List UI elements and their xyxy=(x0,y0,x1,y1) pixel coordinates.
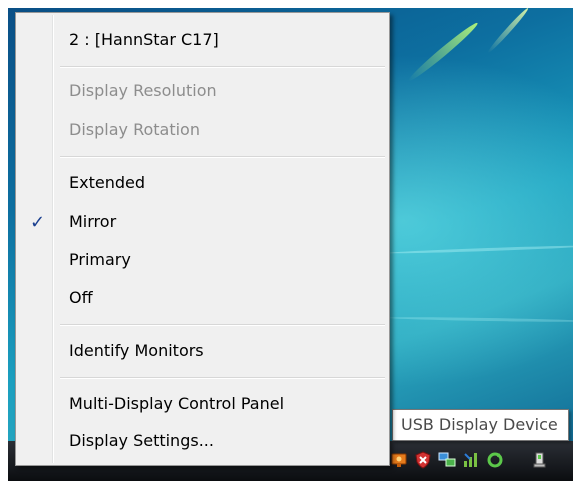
context-menu: 2 : [HannStar C17] Display Resolution Di… xyxy=(15,12,390,466)
menu-item-extended[interactable]: Extended xyxy=(69,170,145,196)
system-tray xyxy=(390,445,548,475)
menu-item-display-settings[interactable]: Display Settings... xyxy=(69,428,214,454)
usb-display-icon[interactable] xyxy=(390,451,408,469)
menu-item-display-rotation[interactable]: Display Rotation xyxy=(69,117,200,143)
tooltip: USB Display Device xyxy=(392,409,569,441)
menu-item-multi-display-control-panel[interactable]: Multi-Display Control Panel xyxy=(69,391,284,417)
wallpaper-streak xyxy=(387,316,573,323)
menu-icon-gutter xyxy=(52,15,54,463)
menu-separator xyxy=(60,377,385,379)
network-icon[interactable] xyxy=(438,451,456,469)
sync-icon[interactable] xyxy=(486,451,504,469)
checkmark-icon: ✓ xyxy=(30,212,46,233)
network-status-icon[interactable] xyxy=(462,451,480,469)
menu-item-off[interactable]: Off xyxy=(69,285,93,311)
wallpaper-streak xyxy=(388,244,573,255)
security-shield-icon[interactable] xyxy=(414,451,432,469)
menu-item-display-resolution[interactable]: Display Resolution xyxy=(69,78,217,104)
menu-separator xyxy=(60,324,385,326)
safely-remove-hardware-icon[interactable] xyxy=(530,451,548,469)
wallpaper-streak xyxy=(486,8,530,55)
menu-item-mirror[interactable]: Mirror xyxy=(69,209,116,235)
menu-separator xyxy=(60,156,385,158)
menu-separator xyxy=(60,66,385,68)
menu-item-identify-monitors[interactable]: Identify Monitors xyxy=(69,338,204,364)
menu-item-primary[interactable]: Primary xyxy=(69,247,131,273)
wallpaper-streak xyxy=(405,20,481,84)
menu-item-display-header[interactable]: 2 : [HannStar C17] xyxy=(69,27,219,53)
